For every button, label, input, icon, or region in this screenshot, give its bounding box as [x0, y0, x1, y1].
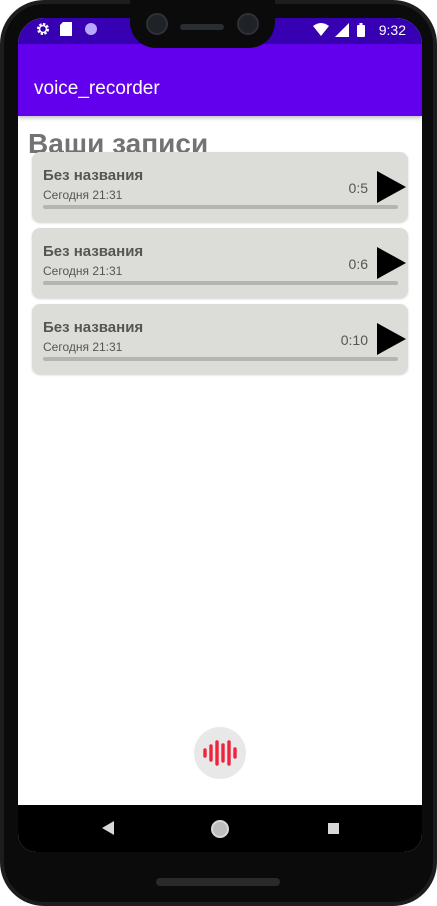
recording-item[interactable]: Без названия Сегодня 21:31 0:10 [32, 304, 408, 374]
recording-title: Без названия [43, 319, 144, 336]
record-button[interactable] [194, 727, 246, 779]
app-title: voice_recorder [34, 78, 160, 99]
screen: 9:32 voice_recorder Ваши записи Без назв… [18, 18, 422, 852]
phone-frame: 9:32 voice_recorder Ваши записи Без назв… [0, 0, 437, 906]
earpiece-speaker [180, 24, 224, 30]
battery-icon [356, 23, 371, 37]
recording-title: Без названия [43, 167, 144, 184]
status-time: 9:32 [378, 22, 406, 38]
wifi-icon [312, 23, 329, 37]
recording-item[interactable]: Без названия Сегодня 21:31 0:6 [32, 228, 408, 298]
progress-bar[interactable] [43, 205, 398, 209]
signal-icon [334, 23, 349, 37]
circle-icon [84, 22, 98, 36]
play-icon[interactable] [374, 170, 408, 204]
front-camera-icon [146, 13, 168, 35]
recording-title: Без названия [43, 243, 144, 260]
play-icon[interactable] [374, 322, 408, 356]
navigation-bar [18, 805, 422, 852]
recording-item[interactable]: Без названия Сегодня 21:31 0:5 [32, 152, 408, 222]
app-bar: voice_recorder [18, 44, 422, 116]
recording-date: Сегодня 21:31 [43, 264, 123, 278]
back-icon[interactable] [102, 821, 114, 835]
recording-duration: 0:5 [348, 180, 368, 196]
sound-wave-icon [203, 740, 237, 766]
bottom-speaker [156, 878, 280, 886]
front-camera-icon [237, 13, 259, 35]
progress-bar[interactable] [43, 357, 398, 361]
sd-card-icon [60, 22, 74, 36]
recording-date: Сегодня 21:31 [43, 188, 123, 202]
recording-date: Сегодня 21:31 [43, 340, 123, 354]
play-icon[interactable] [374, 246, 408, 280]
gear-icon [36, 22, 50, 36]
camera-notch [130, 0, 275, 48]
recording-duration: 0:6 [348, 256, 368, 272]
progress-bar[interactable] [43, 281, 398, 285]
home-icon[interactable] [211, 820, 229, 838]
recents-icon[interactable] [328, 823, 339, 834]
recording-duration: 0:10 [340, 332, 368, 348]
